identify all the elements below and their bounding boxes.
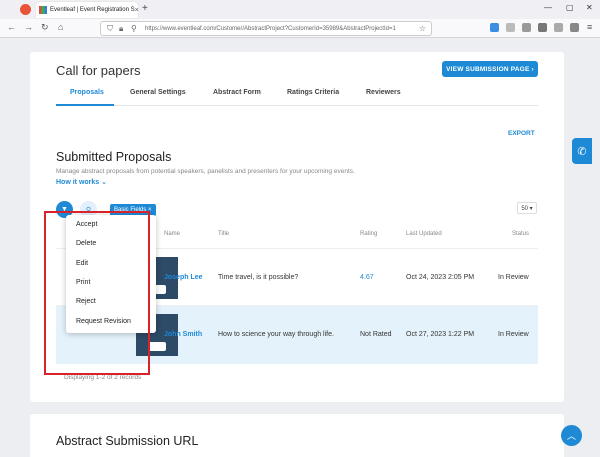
back-icon[interactable]: ← <box>7 22 16 32</box>
records-count: Displaying 1-2 of 2 records <box>64 374 142 381</box>
extension-icon[interactable] <box>570 23 579 32</box>
bookmark-star-icon[interactable]: ☆ <box>419 24 426 33</box>
browser-menu-icon[interactable] <box>20 4 31 15</box>
section-tabs: Proposals General Settings Abstract Form… <box>30 89 564 105</box>
rating-value: Not Rated <box>360 331 392 338</box>
window-close-icon[interactable]: ✕ <box>586 3 593 12</box>
export-link[interactable]: EXPORT <box>508 130 535 137</box>
phone-icon: ✆ <box>577 145 587 158</box>
shield-icon: ⛉ <box>107 24 113 33</box>
rating-value[interactable]: 4.67 <box>360 274 374 281</box>
status-badge: In Review <box>498 274 529 281</box>
tab-general-settings[interactable]: General Settings <box>130 89 186 96</box>
download-icon[interactable] <box>490 23 499 32</box>
page-title: Call for papers <box>56 63 141 78</box>
column-header-status[interactable]: Status <box>512 231 529 237</box>
abstract-url-title: Abstract Submission URL <box>56 434 199 448</box>
chevron-up-icon: ︿ <box>566 431 576 441</box>
extension-icon[interactable] <box>554 23 563 32</box>
forward-icon[interactable]: → <box>24 22 33 32</box>
home-icon[interactable]: ⌂ <box>58 22 63 32</box>
scroll-to-top-button[interactable]: ︿ <box>561 425 582 446</box>
column-header-name[interactable]: Name <box>164 231 180 237</box>
highlight-box <box>44 211 150 375</box>
column-header-rating[interactable]: Rating <box>360 231 377 237</box>
url-text: https://www.eventleaf.com/Customer/Abstr… <box>145 25 396 32</box>
how-it-works-link[interactable]: How it works ⌄ <box>56 178 107 186</box>
active-tab-indicator <box>56 104 114 106</box>
last-updated: Oct 24, 2023 2:05 PM <box>406 274 475 281</box>
eventleaf-favicon-icon <box>39 6 47 14</box>
lock-icon: 🔒︎ <box>119 24 124 33</box>
nav-bar: ← → ↻ ⌂ ⛉ 🔒︎ ⚲ https://www.eventleaf.com… <box>0 19 600 38</box>
new-tab-button[interactable]: + <box>142 3 148 14</box>
last-updated: Oct 27, 2023 1:22 PM <box>406 331 475 338</box>
extension-icon[interactable] <box>538 23 547 32</box>
tab-abstract-form[interactable]: Abstract Form <box>213 89 261 96</box>
section-subtitle: Manage abstract proposals from potential… <box>56 168 355 175</box>
per-page-select[interactable]: 50 ▾ <box>517 202 537 214</box>
speaker-name-link[interactable]: Joseph Lee <box>164 274 203 281</box>
browser-tab[interactable]: Eventleaf | Event Registration S × <box>36 2 138 18</box>
tab-reviewers[interactable]: Reviewers <box>366 89 401 96</box>
status-badge: In Review <box>498 331 529 338</box>
maximize-icon[interactable]: ▢ <box>566 3 574 12</box>
tab-title: Eventleaf | Event Registration S <box>50 7 135 13</box>
minimize-icon[interactable]: — <box>544 3 552 12</box>
url-bar[interactable]: ⛉ 🔒︎ ⚲ https://www.eventleaf.com/Custome… <box>100 21 432 36</box>
tab-bar: Eventleaf | Event Registration S × + — ▢… <box>0 0 600 19</box>
browser-chrome: Eventleaf | Event Registration S × + — ▢… <box>0 0 600 38</box>
page-content: Call for papers VIEW SUBMISSION PAGE › P… <box>0 38 600 457</box>
phone-support-button[interactable]: ✆ <box>572 138 592 164</box>
extension-icon[interactable] <box>506 23 515 32</box>
reload-icon[interactable]: ↻ <box>41 22 49 33</box>
permissions-icon: ⚲ <box>131 24 137 33</box>
tab-ratings-criteria[interactable]: Ratings Criteria <box>287 89 339 96</box>
proposal-title: Time travel, is it possible? <box>218 274 299 281</box>
tab-proposals[interactable]: Proposals <box>70 89 104 96</box>
tab-close-icon[interactable]: × <box>135 7 138 14</box>
view-submission-page-button[interactable]: VIEW SUBMISSION PAGE › <box>442 61 538 77</box>
column-header-last-updated[interactable]: Last Updated <box>406 231 442 237</box>
browser-menu-icon[interactable]: ≡ <box>587 22 592 32</box>
tab-divider <box>56 105 538 106</box>
speaker-name-link[interactable]: John Smith <box>164 331 202 338</box>
column-header-title[interactable]: Title <box>218 231 229 237</box>
section-title: Submitted Proposals <box>56 150 172 164</box>
extension-icon[interactable] <box>522 23 531 32</box>
proposal-title: How to science your way through life. <box>218 331 334 338</box>
abstract-url-card: Abstract Submission URL <box>30 414 564 457</box>
